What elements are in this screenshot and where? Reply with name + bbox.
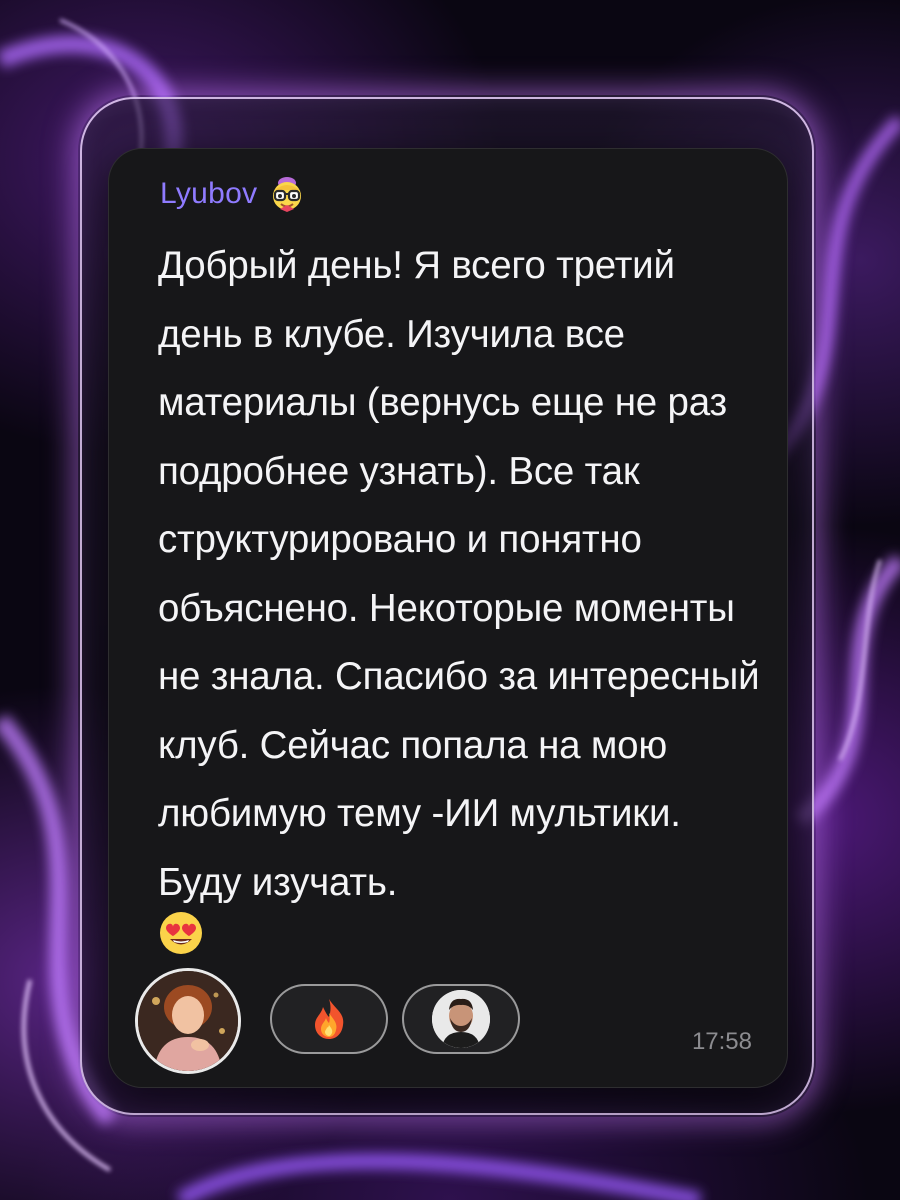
fire-reaction-button[interactable] bbox=[270, 984, 388, 1054]
nerd-face-emoji-icon bbox=[273, 177, 302, 212]
message-text: Добрый день! Я всего третий день в клубе… bbox=[158, 244, 760, 904]
message-author: Lyubov bbox=[160, 174, 307, 214]
user-reaction-button[interactable] bbox=[402, 984, 520, 1054]
author-name[interactable]: Lyubov bbox=[160, 177, 257, 211]
message-timestamp: 17:58 bbox=[691, 1028, 752, 1055]
reactor-avatar-woman[interactable] bbox=[135, 968, 241, 1074]
man-avatar bbox=[432, 990, 490, 1048]
heart-eyes-emoji-icon bbox=[160, 912, 202, 954]
woman-avatar bbox=[138, 971, 238, 1071]
fire-emoji-icon bbox=[315, 999, 344, 1039]
reactor-avatar-man bbox=[432, 990, 490, 1048]
reactions-row: 17:58 bbox=[132, 964, 782, 1084]
